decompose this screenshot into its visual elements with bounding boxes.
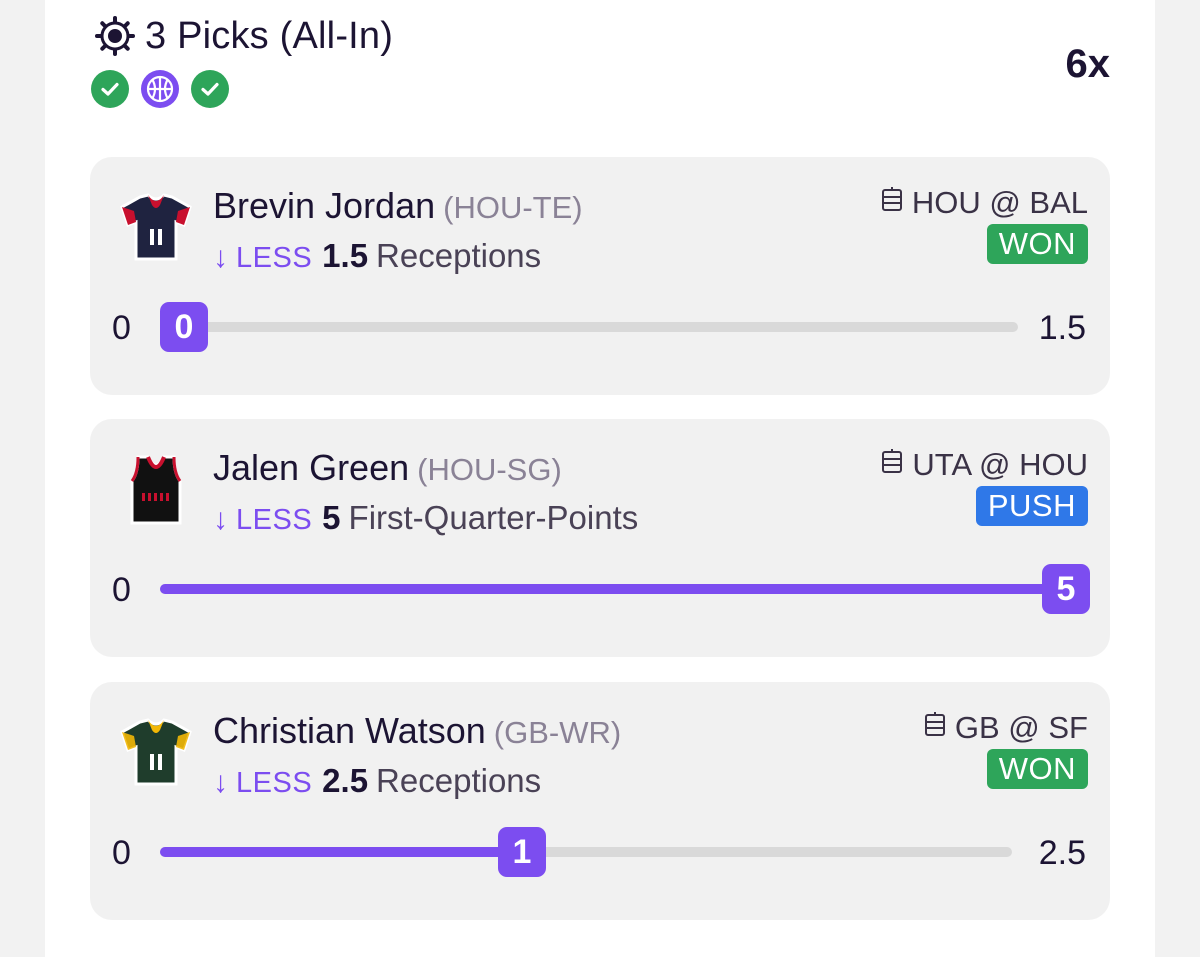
matchup: UTA @ HOU [880, 447, 1088, 483]
basketball-icon [141, 70, 179, 108]
current-value-marker: 1 [498, 827, 546, 877]
pick-line: ↓ LESS 1.5 Receptions [213, 237, 541, 275]
pick-direction: LESS [236, 242, 313, 274]
progress-track: 1 [160, 827, 1012, 877]
arrow-down-icon: ↓ [213, 241, 228, 274]
stadium-icon [880, 185, 904, 221]
pick-direction: LESS [236, 504, 313, 536]
matchup: HOU @ BAL [880, 185, 1088, 221]
entry-panel: 3 Picks (All-In) 6x Brevin Jordan (HOU-T… [45, 0, 1155, 957]
pick-card[interactable]: Christian Watson (GB-WR) ↓ LESS 2.5 Recep… [90, 682, 1110, 920]
progress-fill [160, 847, 518, 857]
matchup: GB @ SF [923, 710, 1088, 746]
range-max: 1.5 [1038, 309, 1086, 347]
player-name: Brevin Jordan (HOU-TE) [213, 185, 583, 226]
range-max: 2.5 [1038, 834, 1086, 872]
pick-status-row [91, 70, 1110, 108]
player-name: Jalen Green (HOU-SG) [213, 447, 562, 488]
arrow-down-icon: ↓ [213, 503, 228, 536]
progress-track: 0 [160, 302, 1018, 352]
player-position: (HOU-TE) [443, 190, 583, 225]
current-value-marker: 0 [160, 302, 208, 352]
stadium-icon [880, 447, 904, 483]
stat-name: First-Quarter-Points [348, 499, 639, 536]
arrow-down-icon: ↓ [213, 766, 228, 799]
pick-card[interactable]: Jalen Green (HOU-SG) ↓ LESS 5 First-Quart… [90, 419, 1110, 657]
range-min: 0 [112, 571, 131, 609]
football-jersey-icon [118, 714, 194, 790]
progress-fill [160, 584, 1090, 594]
entry-title: 3 Picks (All-In) [145, 14, 394, 57]
check-icon [91, 70, 129, 108]
pick-line: ↓ LESS 2.5 Receptions [213, 762, 541, 800]
player-name: Christian Watson (GB-WR) [213, 710, 622, 751]
pick-card[interactable]: Brevin Jordan (HOU-TE) ↓ LESS 1.5 Recepti… [90, 157, 1110, 395]
player-position: (HOU-SG) [417, 452, 562, 487]
line-value: 2.5 [322, 762, 369, 799]
football-jersey-icon [118, 189, 194, 265]
range-min: 0 [112, 309, 131, 347]
stat-name: Receptions [376, 237, 542, 274]
result-badge: WON [986, 749, 1088, 789]
check-icon [191, 70, 229, 108]
entry-header: 3 Picks (All-In) 6x [91, 14, 1111, 124]
payout-multiplier: 6x [1065, 42, 1111, 86]
current-value-marker: 5 [1042, 564, 1090, 614]
progress-track: 5 [160, 564, 1090, 614]
pick-direction: LESS [236, 767, 313, 799]
line-value: 1.5 [322, 237, 369, 274]
pick-line: ↓ LESS 5 First-Quarter-Points [213, 499, 638, 537]
basketball-jersey-icon [118, 451, 194, 527]
stat-name: Receptions [376, 762, 542, 799]
result-badge: WON [986, 224, 1088, 264]
line-value: 5 [322, 499, 341, 536]
player-position: (GB-WR) [493, 715, 622, 750]
range-min: 0 [112, 834, 131, 872]
result-badge: PUSH [975, 486, 1088, 526]
gear-icon [93, 14, 137, 58]
stadium-icon [923, 710, 947, 746]
